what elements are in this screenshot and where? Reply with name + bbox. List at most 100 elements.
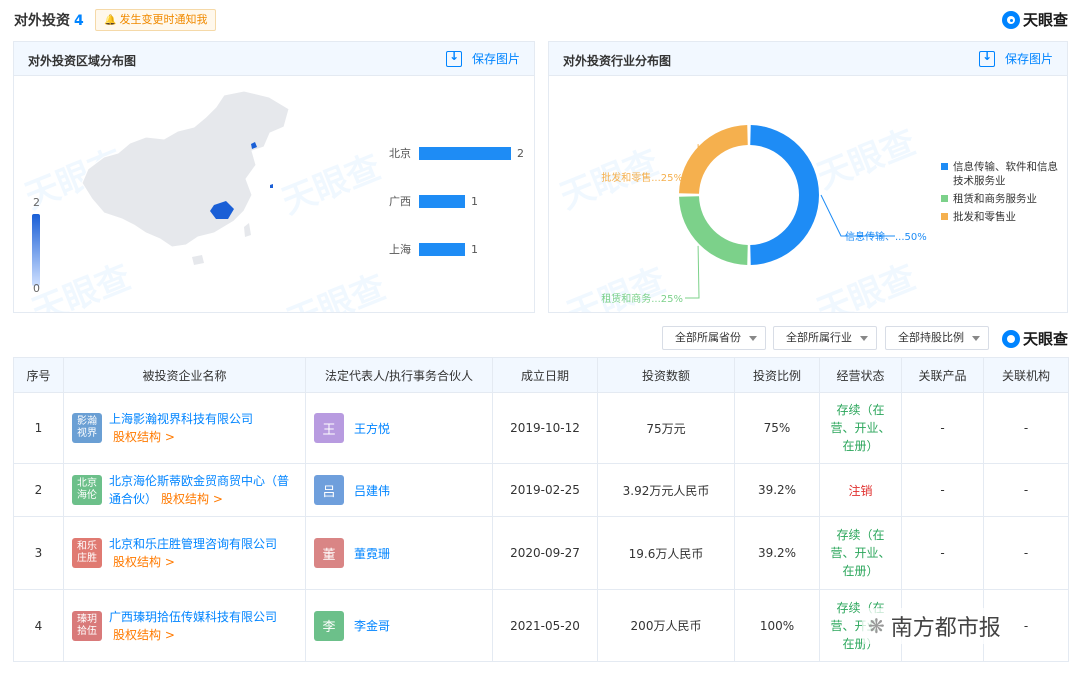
tianyancha-logo-icon: [1001, 329, 1020, 348]
representative-cell: 李李金哥: [305, 589, 493, 662]
equity-structure-link[interactable]: 股权结构 >: [161, 492, 223, 506]
region-bar-chart: 北京 2 广西 1 上海 1: [389, 146, 524, 256]
region-panel-title: 对外投资区域分布图: [28, 54, 137, 68]
company-text: 上海影瀚视界科技有限公司股权结构 >: [109, 410, 297, 446]
related-org: -: [983, 463, 1069, 517]
industry-donut-chart: 信息传输、...50% 租赁和商务...25% 批发和零售...25%: [601, 125, 927, 305]
company-cell: 北京海伦 北京海伦斯蒂欧金贸商贸中心（普通合伙） 股权结构 >: [63, 463, 306, 517]
bar-category-label: 上海: [389, 242, 411, 256]
donut-slice[interactable]: [679, 196, 748, 265]
filter-ratio-dropdown[interactable]: 全部持股比例: [885, 326, 989, 350]
bar-value-label: 1: [471, 243, 478, 256]
legend-swatch: [941, 213, 948, 220]
bar-category-label: 广西: [389, 195, 411, 208]
table-header-row: 序号 被投资企业名称 法定代表人/执行事务合伙人 成立日期 投资数额 投资比例 …: [13, 357, 1069, 393]
avatar[interactable]: 吕: [314, 475, 344, 505]
china-map-outline: [81, 90, 290, 248]
company-name-link[interactable]: 上海影瀚视界科技有限公司: [109, 412, 253, 426]
legend-swatch: [941, 195, 948, 202]
status-badge: 存续（在营、开业、在册）: [830, 403, 891, 453]
donut-slice-label: 信息传输、...50%: [845, 230, 927, 243]
industry-distribution-panel: 对外投资行业分布图 保存图片 天眼查 天眼查 天眼查 天眼查 信息传输、...5…: [548, 41, 1068, 313]
download-icon: [445, 49, 462, 67]
investment-amount: 75万元: [597, 392, 735, 464]
legend-min-value: 0: [33, 282, 40, 295]
filter-ratio-label: 全部持股比例: [898, 331, 964, 344]
person-name-link[interactable]: 李金哥: [354, 617, 390, 634]
filter-industry-dropdown[interactable]: 全部所属行业: [773, 326, 877, 350]
download-icon: [978, 49, 995, 67]
company-wrap: 瑧玥拾伍 广西瑧玥拾伍传媒科技有限公司股权结构 >: [72, 608, 297, 644]
header-date: 成立日期: [492, 357, 598, 393]
bar-北京[interactable]: [419, 147, 511, 160]
legend-item[interactable]: 信息传输、软件和信息技术服务业: [941, 160, 1066, 188]
donut-slice[interactable]: [679, 125, 748, 194]
header-index: 序号: [13, 357, 64, 393]
legend-max-value: 2: [33, 196, 40, 209]
brand-logo[interactable]: 天眼查: [1001, 9, 1068, 30]
person-name-link[interactable]: 董霓珊: [354, 545, 390, 562]
investment-amount: 200万人民币: [597, 589, 735, 662]
donut-slice-label: 批发和零售...25%: [601, 171, 683, 184]
company-cell: 瑧玥拾伍 广西瑧玥拾伍传媒科技有限公司股权结构 >: [63, 589, 306, 662]
legend-item[interactable]: 租赁和商务服务业: [941, 192, 1066, 206]
legend-label: 批发和零售业: [953, 211, 1016, 223]
legend-item[interactable]: 批发和零售业: [941, 210, 1066, 224]
investment-ratio: 100%: [734, 589, 820, 662]
filter-brand-name: 天眼查: [1022, 330, 1068, 348]
bar-广西[interactable]: [419, 195, 465, 208]
row-index: 2: [13, 463, 64, 517]
company-logo[interactable]: 北京海伦: [72, 475, 102, 505]
brand-logo[interactable]: 天眼查: [1001, 328, 1068, 349]
company-logo[interactable]: 和乐庄胜: [72, 538, 102, 568]
legend-swatch: [941, 163, 948, 170]
investment-ratio: 39.2%: [734, 463, 820, 517]
related-product: -: [901, 516, 984, 590]
caret-down-icon: [860, 335, 868, 341]
donut-label-line: [685, 245, 700, 299]
filter-province-dropdown[interactable]: 全部所属省份: [662, 326, 766, 350]
company-name-link[interactable]: 广西瑧玥拾伍传媒科技有限公司: [109, 610, 277, 624]
person-name-link[interactable]: 吕建伟: [354, 482, 390, 499]
bar-category-label: 北京: [389, 146, 411, 160]
company-logo[interactable]: 影瀚视界: [72, 413, 102, 443]
person-wrap: 吕吕建伟: [314, 475, 484, 505]
equity-structure-link[interactable]: 股权结构 >: [113, 430, 175, 444]
equity-structure-link[interactable]: 股权结构 >: [113, 628, 175, 642]
industry-save-label: 保存图片: [1004, 52, 1053, 66]
industry-panel-header: 对外投资行业分布图 保存图片: [549, 42, 1067, 76]
region-save-label: 保存图片: [471, 52, 520, 66]
equity-structure-link[interactable]: 股权结构 >: [113, 555, 175, 569]
avatar[interactable]: 李: [314, 610, 344, 641]
bar-上海[interactable]: [419, 243, 465, 256]
top-header: 对外投资 4 🔔 发生变更时通知我 天眼查: [0, 0, 1080, 38]
news-source-name: 南方都市报: [890, 616, 1001, 641]
established-date: 2019-02-25: [492, 463, 598, 517]
hainan-island: [192, 255, 204, 265]
related-product: -: [901, 463, 984, 517]
donut-slice[interactable]: [750, 125, 819, 265]
status-cell: 存续（在营、开业、在册）: [819, 392, 902, 464]
avatar[interactable]: 王: [314, 413, 344, 443]
investment-amount: 19.6万人民币: [597, 516, 735, 590]
company-name-link[interactable]: 北京和乐庄胜管理咨询有限公司: [109, 537, 277, 551]
established-date: 2020-09-27: [492, 516, 598, 590]
representative-cell: 王王方悦: [305, 392, 493, 464]
person-name-link[interactable]: 王方悦: [354, 420, 390, 437]
status-cell: 存续（在营、开业、在册）: [819, 516, 902, 590]
notify-change-button[interactable]: 🔔 发生变更时通知我: [95, 9, 217, 31]
bar-value-label: 2: [517, 147, 524, 160]
donut-label-line: [820, 194, 895, 237]
notify-label: 发生变更时通知我: [119, 13, 208, 26]
related-org: -: [983, 392, 1069, 464]
region-save-image-button[interactable]: 保存图片: [445, 49, 520, 67]
status-cell: 注销: [819, 463, 902, 517]
page-title-text: 对外投资: [14, 13, 70, 29]
representative-cell: 董董霓珊: [305, 516, 493, 590]
legend-label: 信息传输、软件和信息技术服务业: [953, 161, 1058, 187]
bar-value-label: 1: [471, 195, 478, 208]
industry-save-image-button[interactable]: 保存图片: [978, 49, 1053, 67]
avatar[interactable]: 董: [314, 538, 344, 568]
company-logo[interactable]: 瑧玥拾伍: [72, 610, 102, 641]
table-row: 3 和乐庄胜 北京和乐庄胜管理咨询有限公司股权结构 > 董董霓珊 2020-09-27 1…: [13, 516, 1069, 590]
